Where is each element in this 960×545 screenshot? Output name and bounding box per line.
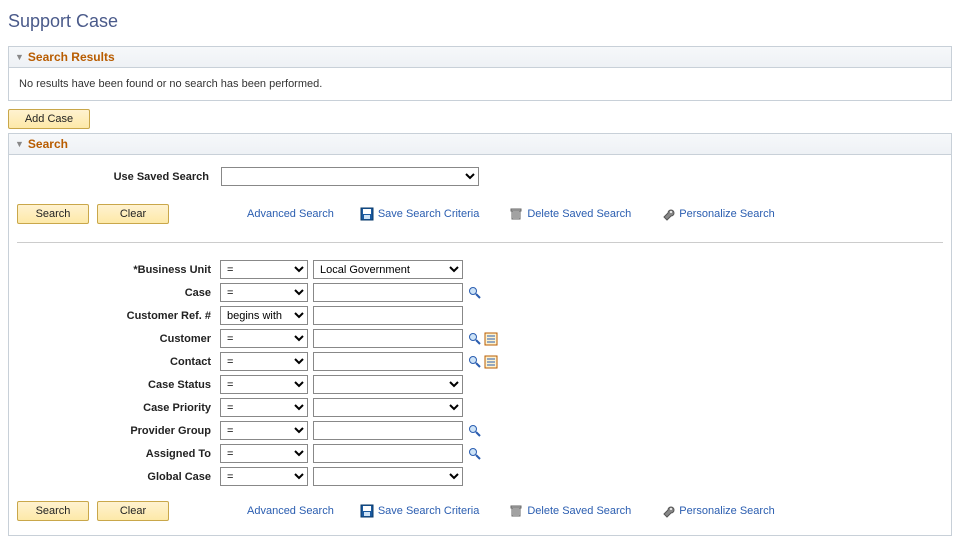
case-status-op[interactable]: = (220, 375, 308, 394)
advanced-search-link[interactable]: Advanced Search (247, 505, 334, 517)
lookup-icon[interactable] (468, 332, 482, 346)
case-label: Case (17, 287, 215, 299)
save-icon (360, 504, 374, 518)
case-status-label: Case Status (17, 379, 215, 391)
case-input[interactable] (313, 283, 463, 302)
advanced-search-link[interactable]: Advanced Search (247, 208, 334, 220)
search-panel: ▼ Search Use Saved Search Search Clear A… (8, 133, 952, 536)
global-case-op[interactable]: = (220, 467, 308, 486)
customer-ref-input[interactable] (313, 306, 463, 325)
case-priority-op[interactable]: = (220, 398, 308, 417)
case-priority-value[interactable] (313, 398, 463, 417)
assigned-to-op[interactable]: = (220, 444, 308, 463)
search-header[interactable]: ▼ Search (9, 134, 951, 155)
clear-button[interactable]: Clear (97, 501, 169, 521)
lookup-icon[interactable] (468, 424, 482, 438)
trash-icon (509, 504, 523, 518)
bottom-action-row: Search Clear Advanced Search Save Search… (17, 493, 943, 529)
wrench-icon (661, 504, 675, 518)
lookup-icon[interactable] (468, 286, 482, 300)
collapse-icon: ▼ (15, 139, 24, 149)
add-case-button[interactable]: Add Case (8, 109, 90, 129)
detail-icon[interactable] (484, 332, 498, 346)
search-results-label: Search Results (28, 50, 115, 64)
provider-group-op[interactable]: = (220, 421, 308, 440)
contact-label: Contact (17, 356, 215, 368)
no-results-message: No results have been found or no search … (17, 74, 943, 94)
clear-button[interactable]: Clear (97, 204, 169, 224)
save-search-criteria-link[interactable]: Save Search Criteria (378, 505, 480, 517)
use-saved-search-label: Use Saved Search (17, 171, 215, 183)
lookup-icon[interactable] (468, 355, 482, 369)
customer-op[interactable]: = (220, 329, 308, 348)
case-status-value[interactable] (313, 375, 463, 394)
personalize-search-link[interactable]: Personalize Search (679, 208, 774, 220)
contact-input[interactable] (313, 352, 463, 371)
case-priority-label: Case Priority (17, 402, 215, 414)
business-unit-label: *Business Unit (17, 264, 215, 276)
case-op[interactable]: = (220, 283, 308, 302)
collapse-icon: ▼ (15, 52, 24, 62)
search-button[interactable]: Search (17, 501, 89, 521)
contact-op[interactable]: = (220, 352, 308, 371)
search-header-label: Search (28, 137, 68, 151)
save-search-criteria-link[interactable]: Save Search Criteria (378, 208, 480, 220)
provider-group-input[interactable] (313, 421, 463, 440)
global-case-value[interactable] (313, 467, 463, 486)
search-results-panel: ▼ Search Results No results have been fo… (8, 46, 952, 101)
search-results-header[interactable]: ▼ Search Results (9, 47, 951, 68)
business-unit-op[interactable]: = (220, 260, 308, 279)
save-icon (360, 207, 374, 221)
search-button[interactable]: Search (17, 204, 89, 224)
trash-icon (509, 207, 523, 221)
page-title: Support Case (8, 11, 952, 32)
delete-saved-search-link[interactable]: Delete Saved Search (527, 208, 631, 220)
assigned-to-label: Assigned To (17, 448, 215, 460)
global-case-label: Global Case (17, 471, 215, 483)
customer-input[interactable] (313, 329, 463, 348)
customer-ref-op[interactable]: begins with (220, 306, 308, 325)
detail-icon[interactable] (484, 355, 498, 369)
use-saved-search-select[interactable] (221, 167, 479, 186)
provider-group-label: Provider Group (17, 425, 215, 437)
search-fields: *Business Unit = Local Government Case =… (17, 259, 943, 487)
customer-ref-label: Customer Ref. # (17, 310, 215, 322)
personalize-search-link[interactable]: Personalize Search (679, 505, 774, 517)
wrench-icon (661, 207, 675, 221)
business-unit-value[interactable]: Local Government (313, 260, 463, 279)
delete-saved-search-link[interactable]: Delete Saved Search (527, 505, 631, 517)
top-action-row: Search Clear Advanced Search Save Search… (17, 196, 943, 232)
customer-label: Customer (17, 333, 215, 345)
lookup-icon[interactable] (468, 447, 482, 461)
assigned-to-input[interactable] (313, 444, 463, 463)
